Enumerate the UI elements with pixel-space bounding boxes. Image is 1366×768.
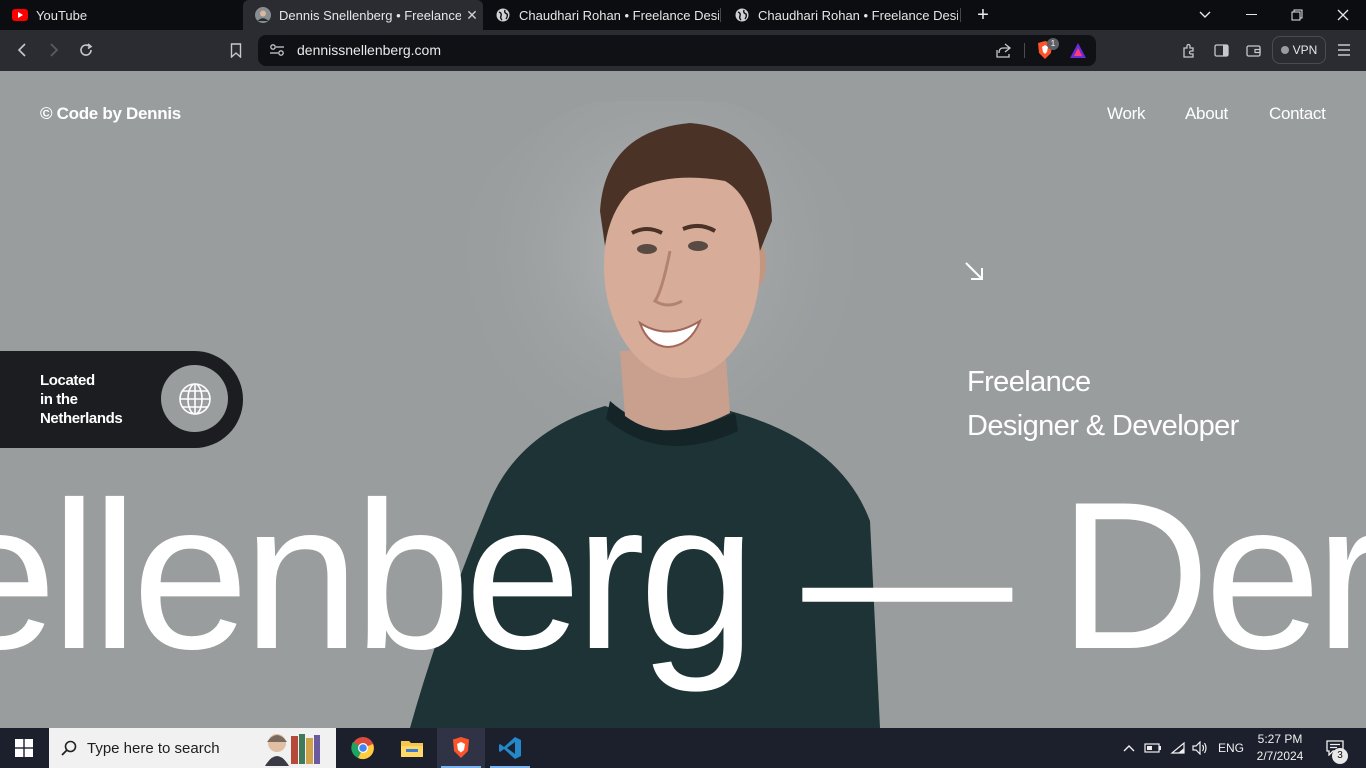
location-line-2: in the [40, 391, 78, 408]
clock-time: 5:27 PM [1257, 732, 1303, 746]
tab-title: Chaudhari Rohan • Freelance Designer & D… [758, 7, 958, 23]
taskbar: Type here to search ENG 5:27 PM 2/7/2024 [0, 728, 1366, 768]
nav-contact[interactable]: Contact [1269, 104, 1326, 124]
youtube-icon [12, 7, 28, 23]
vscode-taskbar-icon[interactable] [486, 728, 534, 768]
chrome-taskbar-icon[interactable] [339, 728, 387, 768]
location-badge: Located in the Netherlands [0, 351, 243, 448]
brave-rewards-icon[interactable] [1069, 42, 1087, 64]
site-settings-icon[interactable] [269, 43, 285, 62]
tab-title: Dennis Snellenberg • Freelance Designer … [279, 7, 461, 23]
location-line-3: Netherlands [40, 410, 123, 427]
start-button[interactable] [0, 728, 48, 768]
brave-taskbar-icon[interactable] [437, 728, 485, 768]
web-page: © Code by Dennis Work About Contact Loca… [0, 71, 1366, 728]
nav-work[interactable]: Work [1107, 104, 1145, 124]
input-language[interactable]: ENG [1215, 728, 1247, 768]
location-text: Located in the Netherlands [40, 371, 150, 428]
role-title: Freelance Designer & Developer [967, 360, 1239, 448]
browser-toolbar: dennissnellenberg.com 1 VPN [0, 30, 1366, 71]
nav-about[interactable]: About [1185, 104, 1228, 124]
brand-logo[interactable]: © Code by Dennis [40, 104, 181, 124]
back-button[interactable] [9, 38, 35, 62]
show-hidden-icons-chevron-icon[interactable] [1120, 728, 1138, 768]
arrow-down-right-icon [963, 260, 985, 287]
restore-button[interactable] [1274, 0, 1320, 30]
clock-date: 2/7/2024 [1256, 749, 1304, 763]
tab-title: Chaudhari Rohan • Freelance Designer & D… [519, 7, 719, 23]
menu-icon[interactable] [1331, 38, 1357, 62]
wifi-icon[interactable] [1168, 728, 1188, 768]
tab-dennis-snellenberg[interactable]: Dennis Snellenberg • Freelance Designer … [243, 0, 483, 30]
taskbar-clock[interactable]: 5:27 PM 2/7/2024 [1250, 731, 1310, 765]
share-icon[interactable] [996, 43, 1012, 63]
notification-count-badge: 3 [1332, 748, 1348, 764]
role-line-2: Designer & Developer [967, 410, 1239, 442]
new-tab-button[interactable]: + [972, 4, 994, 26]
tab-separator [960, 8, 961, 22]
tab-youtube[interactable]: YouTube [0, 0, 240, 30]
vpn-status-icon [1280, 46, 1289, 54]
forward-button[interactable] [41, 38, 67, 62]
location-line-1: Located [40, 372, 95, 389]
battery-icon[interactable] [1143, 728, 1163, 768]
reload-button[interactable] [73, 38, 99, 62]
url-text: dennissnellenberg.com [297, 42, 441, 58]
minimize-button[interactable] [1228, 0, 1274, 30]
vpn-label: VPN [1292, 43, 1318, 57]
tab-search-chevron-icon[interactable] [1182, 0, 1228, 30]
globe-icon [495, 7, 511, 23]
role-line-1: Freelance [967, 366, 1091, 398]
vpn-button[interactable]: VPN [1272, 36, 1326, 64]
name-marquee: ellenberg — Der [0, 458, 1366, 693]
taskbar-search[interactable]: Type here to search [49, 728, 336, 768]
extensions-icon[interactable] [1176, 38, 1202, 62]
globe-icon [734, 7, 750, 23]
search-icon [61, 740, 77, 756]
tab-strip: YouTube Dennis Snellenberg • Freelance D… [0, 0, 1366, 30]
avatar-icon [255, 7, 271, 23]
tab-chaudhari-rohan-1[interactable]: Chaudhari Rohan • Freelance Designer & D… [483, 0, 719, 30]
file-explorer-taskbar-icon[interactable] [388, 728, 436, 768]
volume-icon[interactable] [1190, 728, 1210, 768]
search-highlight-illustration [261, 730, 327, 768]
url-divider [1024, 43, 1025, 58]
shields-count-badge: 1 [1047, 38, 1059, 50]
close-window-button[interactable] [1320, 0, 1366, 30]
tab-separator [720, 8, 721, 22]
tab-title: YouTube [36, 7, 88, 23]
globe-icon [161, 365, 228, 432]
address-bar[interactable]: dennissnellenberg.com 1 [258, 35, 1096, 66]
tab-chaudhari-rohan-2[interactable]: Chaudhari Rohan • Freelance Designer & D… [722, 0, 958, 30]
wallet-icon[interactable] [1240, 38, 1266, 62]
close-icon[interactable]: ✕ [461, 7, 483, 24]
bookmark-icon[interactable] [223, 38, 249, 62]
sidebar-icon[interactable] [1208, 38, 1234, 62]
search-placeholder: Type here to search [87, 739, 220, 757]
